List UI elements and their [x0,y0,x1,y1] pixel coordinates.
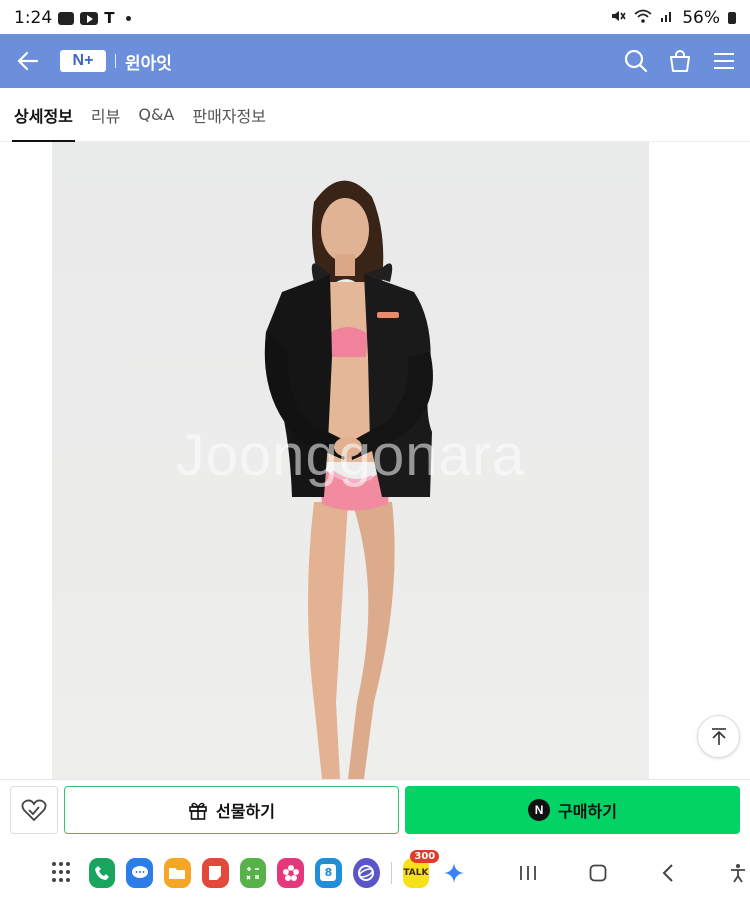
status-time: 1:24 [14,8,53,28]
gift-button[interactable]: 선물하기 [64,785,399,834]
status-bar: 1:24 T 56% [0,0,750,36]
buy-button-label: 구매하기 [558,801,617,821]
battery-level: 56% [682,8,720,28]
back-button[interactable] [14,47,42,75]
store-name[interactable]: 윈아잇 [125,49,172,74]
more-notifications-icon [126,15,132,21]
signal-icon [660,8,674,28]
hamburger-menu-icon [714,53,734,69]
calculator-app-icon[interactable] [239,857,267,888]
wifi-icon [634,8,652,29]
scroll-to-top-button[interactable] [697,715,740,758]
search-button[interactable] [624,49,648,73]
home-button[interactable] [586,861,610,885]
arrow-left-icon [17,51,39,71]
search-icon [624,49,648,73]
wishlist-button[interactable] [10,785,58,834]
chevron-left-icon [662,863,673,882]
home-icon [589,864,607,881]
naver-pay-icon: N [528,798,551,821]
battery-icon [728,12,736,24]
accessibility-button[interactable] [726,861,750,885]
recents-button[interactable] [516,861,540,885]
my-files-app-icon[interactable] [164,857,191,888]
gallery-app-icon[interactable] [277,857,305,888]
gemini-sparkle-icon[interactable] [440,858,467,888]
recent-apps-icon [520,865,536,880]
system-navigation [516,861,750,885]
taskbar-separator [390,861,392,884]
gift-icon [189,802,207,820]
naver-plus-logo[interactable]: N+ [60,50,106,72]
internet-app-icon[interactable] [352,857,380,888]
calendar-day: 8 [320,864,337,881]
buy-button[interactable]: N 구매하기 [405,785,740,834]
shopping-bag-icon [670,50,690,72]
messages-app-icon[interactable] [126,857,154,888]
menu-button[interactable] [712,49,736,73]
purchase-action-bar: 선물하기 N 구매하기 [0,779,750,839]
back-nav-button[interactable] [656,861,680,885]
tab-details[interactable]: 상세정보 [12,88,75,142]
mute-icon [610,8,626,29]
gift-button-label: 선물하기 [216,801,275,821]
accessibility-icon [731,863,745,882]
calendar-app-icon[interactable]: 8 [315,857,342,888]
tab-reviews[interactable]: 리뷰 [91,88,120,142]
product-photo: Joonggonara [52,142,649,779]
tesla-notification-icon: T [104,9,115,27]
tab-qna[interactable]: Q&A [138,88,174,142]
watermark-text: Joonggonara [175,423,526,488]
product-tabs: 상세정보 리뷰 Q&A 판매자정보 [0,88,750,142]
tab-seller-info[interactable]: 판매자정보 [192,88,266,142]
header-divider [115,54,116,68]
arrow-up-icon [711,727,726,745]
status-left: 1:24 T [14,8,132,28]
app-drawer-icon[interactable] [52,861,72,884]
status-right: 56% [610,8,736,29]
kakaotalk-app-icon[interactable]: TALK 300 [402,849,440,888]
cart-button[interactable] [668,49,692,73]
kakaotalk-label: TALK [403,867,429,878]
phone-app-icon[interactable] [88,857,116,888]
app-header: N+ 윈아잇 [0,34,750,88]
notes-app-icon[interactable] [201,857,229,888]
youtube-notification-icon [80,11,99,25]
talk-notification-icon [58,11,75,25]
heart-icon [21,799,47,821]
kakaotalk-badge: 300 [410,849,440,863]
taskbar: 8 TALK 300 [0,845,750,900]
header-icons [624,49,736,73]
